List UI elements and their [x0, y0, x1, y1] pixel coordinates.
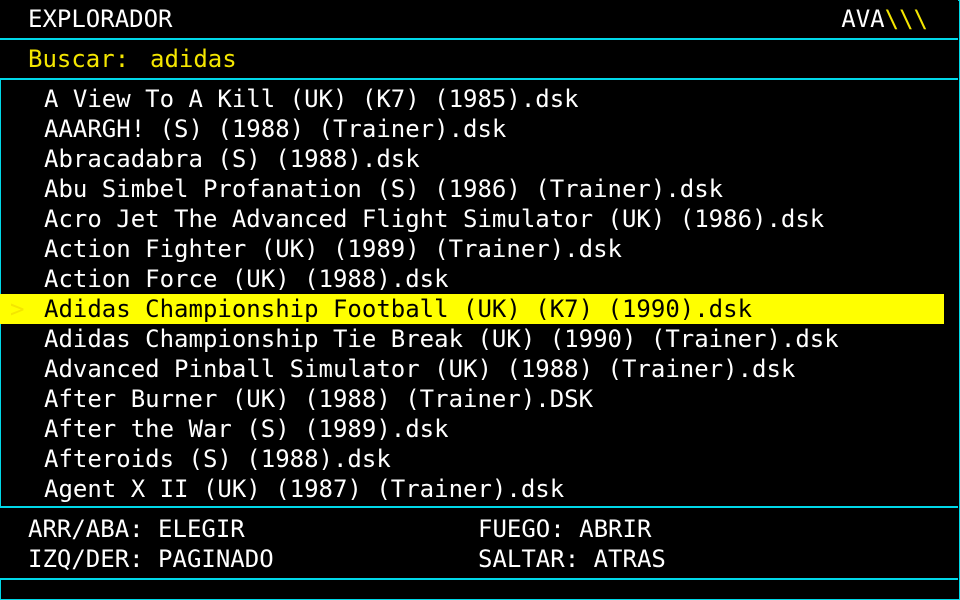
list-item[interactable]: Abracadabra (S) (1988).dsk	[0, 144, 958, 174]
brand-text: AVA	[841, 5, 885, 33]
search-bar[interactable]: Buscar: adidas	[0, 40, 958, 80]
search-label: Buscar:	[28, 45, 130, 73]
help-paging: IZQ/DER: PAGINADO	[28, 545, 274, 573]
file-name: Advanced Pinball Simulator (UK) (1988) (…	[44, 355, 796, 383]
list-item[interactable]: After Burner (UK) (1988) (Trainer).DSK	[0, 384, 958, 414]
list-item[interactable]: Adidas Championship Tie Break (UK) (1990…	[0, 324, 958, 354]
file-list[interactable]: A View To A Kill (UK) (K7) (1985).dsk AAA…	[0, 84, 958, 502]
title-bar: EXPLORADOR AVA\\\	[0, 0, 958, 40]
list-item[interactable]: After the War (S) (1989).dsk	[0, 414, 958, 444]
file-name: AAARGH! (S) (1988) (Trainer).dsk	[44, 115, 507, 143]
file-name: Abu Simbel Profanation (S) (1986) (Train…	[44, 175, 724, 203]
file-name: A View To A Kill (UK) (K7) (1985).dsk	[44, 85, 579, 113]
file-name: Adidas Championship Tie Break (UK) (1990…	[44, 325, 839, 353]
help-footer: ARR/ABA: ELEGIR IZQ/DER: PAGINADO FUEGO:…	[0, 506, 958, 580]
file-name: Action Fighter (UK) (1989) (Trainer).dsk	[44, 235, 622, 263]
list-item[interactable]: Action Force (UK) (1988).dsk	[0, 264, 958, 294]
selection-arrow-icon: >	[10, 295, 25, 323]
list-item[interactable]: Agent X II (UK) (1987) (Trainer).dsk	[0, 474, 958, 502]
file-name: Action Force (UK) (1988).dsk	[44, 265, 449, 293]
file-name: Acro Jet The Advanced Flight Simulator (…	[44, 205, 825, 233]
brand-slashes: \\\	[884, 5, 928, 33]
file-name: Afteroids (S) (1988).dsk	[44, 445, 391, 473]
help-back: SALTAR: ATRAS	[478, 545, 666, 573]
list-item[interactable]: Afteroids (S) (1988).dsk	[0, 444, 958, 474]
list-item[interactable]: A View To A Kill (UK) (K7) (1985).dsk	[0, 84, 958, 114]
brand-logo: AVA\\\	[841, 6, 928, 32]
file-name: After Burner (UK) (1988) (Trainer).DSK	[44, 385, 594, 413]
file-name: Adidas Championship Football (UK) (K7) (…	[44, 295, 753, 323]
file-name: After the War (S) (1989).dsk	[44, 415, 449, 443]
list-item[interactable]: Acro Jet The Advanced Flight Simulator (…	[0, 204, 958, 234]
file-name: Agent X II (UK) (1987) (Trainer).dsk	[44, 475, 565, 502]
list-item[interactable]: AAARGH! (S) (1988) (Trainer).dsk	[0, 114, 958, 144]
list-item[interactable]: Advanced Pinball Simulator (UK) (1988) (…	[0, 354, 958, 384]
help-choose: ARR/ABA: ELEGIR	[28, 515, 245, 543]
help-open: FUEGO: ABRIR	[478, 515, 652, 543]
list-item[interactable]: Abu Simbel Profanation (S) (1986) (Train…	[0, 174, 958, 204]
file-name: Abracadabra (S) (1988).dsk	[44, 145, 420, 173]
page-title: EXPLORADOR	[28, 5, 173, 33]
search-input[interactable]: adidas	[150, 46, 237, 72]
list-item[interactable]: Action Fighter (UK) (1989) (Trainer).dsk	[0, 234, 958, 264]
list-item-selected[interactable]: > Adidas Championship Football (UK) (K7) …	[0, 294, 944, 324]
